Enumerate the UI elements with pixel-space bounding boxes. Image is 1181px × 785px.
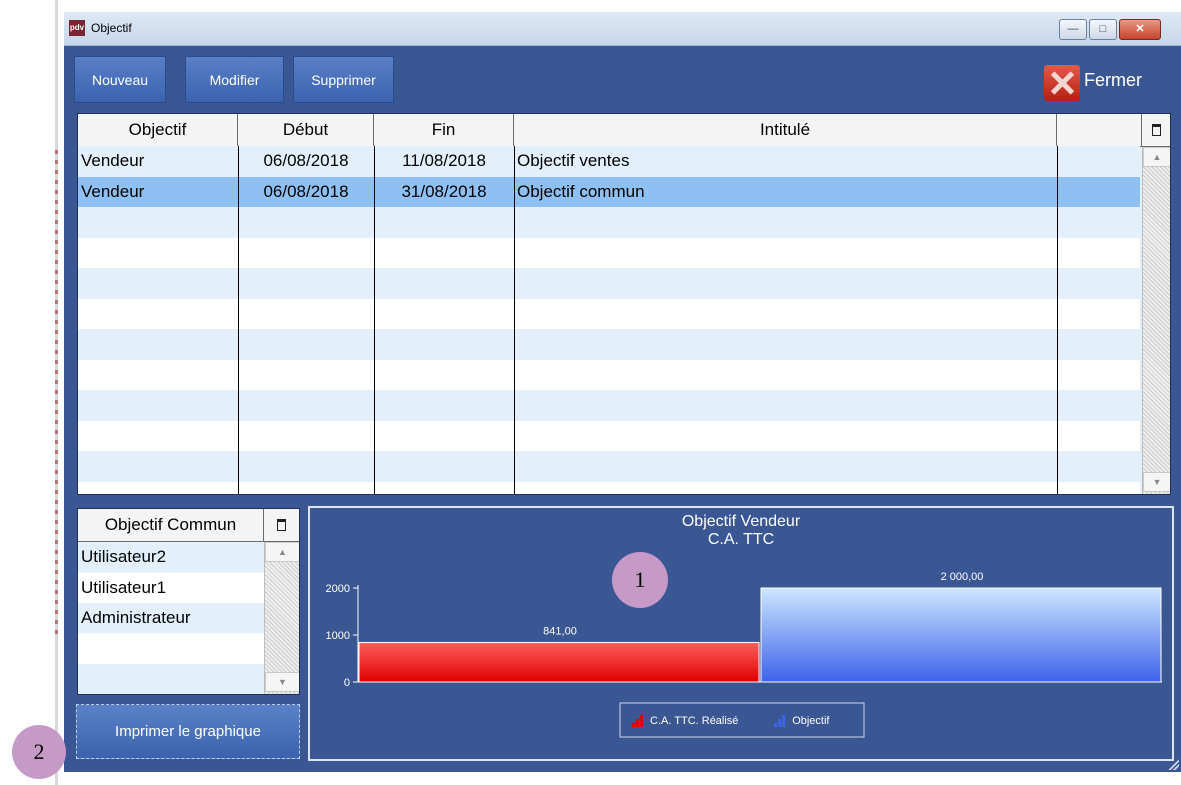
- legend-swatch-bar: [782, 715, 786, 727]
- objectives-table-header: Objectif Début Fin Intitulé: [78, 114, 1170, 147]
- column-header-intitule[interactable]: Intitulé: [514, 114, 1057, 146]
- list-item[interactable]: Administrateur: [78, 603, 264, 633]
- title-bar[interactable]: pdv Objectif — □ ✕: [64, 12, 1181, 46]
- bar-objectif: [760, 587, 1162, 683]
- chart-title: Objectif Vendeur: [682, 513, 801, 530]
- callout-2: 2: [12, 725, 66, 779]
- objectives-table: Objectif Début Fin Intitulé Vendeur 06/08…: [77, 113, 1171, 495]
- y-tick-label: 0: [344, 677, 350, 689]
- table-cell-objectif: Vendeur: [81, 151, 145, 170]
- y-tick-label: 2000: [326, 583, 350, 595]
- window-title: Objectif: [91, 21, 132, 35]
- column-settings-button[interactable]: [264, 509, 299, 541]
- scroll-up-button[interactable]: ▲: [265, 542, 299, 562]
- chart-subtitle: C.A. TTC: [708, 531, 774, 548]
- objective-chart-panel: Objectif Vendeur C.A. TTC 0 1000 2000 841,0…: [308, 506, 1174, 761]
- y-tick-label: 1000: [326, 630, 350, 642]
- column-header-objectif[interactable]: Objectif: [78, 114, 238, 146]
- list-item: [78, 633, 264, 664]
- table-cell-debut: 06/08/2018: [263, 181, 349, 201]
- pdv-app-icon: pdv: [69, 20, 85, 36]
- common-objective-table: Objectif Commun Utilisateur2 Utilisateur1…: [77, 508, 300, 695]
- scroll-up-button[interactable]: ▲: [1143, 147, 1170, 167]
- column-settings-button[interactable]: [1142, 114, 1170, 146]
- callout-1: 1: [612, 552, 668, 608]
- common-objective-user: Utilisateur1: [81, 577, 167, 597]
- scroll-down-button[interactable]: ▼: [1143, 472, 1170, 492]
- column-divider: [238, 146, 239, 494]
- column-header-objectif-commun[interactable]: Objectif Commun: [78, 509, 264, 541]
- close-x-icon: [1044, 65, 1080, 101]
- column-divider: [1057, 146, 1058, 494]
- objectives-table-scrollbar[interactable]: ▲ ▼: [1142, 147, 1170, 494]
- common-table-header: Objectif Commun: [78, 509, 299, 542]
- column-divider: [374, 146, 375, 494]
- legend-swatch-bar: [632, 723, 635, 727]
- window-close-button[interactable]: ✕: [1119, 19, 1161, 40]
- column-config-icon: [1152, 124, 1161, 136]
- legend-swatch-bar: [774, 723, 778, 727]
- scroll-down-button[interactable]: ▼: [265, 672, 299, 692]
- list-item[interactable]: Utilisateur1: [78, 572, 264, 603]
- list-item[interactable]: Utilisateur2: [78, 542, 264, 572]
- common-table-scrollbar[interactable]: ▲ ▼: [264, 542, 299, 694]
- table-cell-fin: 31/08/2018: [401, 181, 487, 201]
- objective-chart: Objectif Vendeur C.A. TTC 0 1000 2000 841,0…: [326, 513, 1162, 738]
- table-cell-objectif: Vendeur: [81, 181, 145, 201]
- list-item: [78, 664, 264, 694]
- column-divider: [514, 146, 515, 494]
- column-config-icon: [277, 519, 286, 531]
- delete-button[interactable]: Supprimer: [293, 56, 394, 103]
- print-chart-button[interactable]: Imprimer le graphique: [76, 704, 300, 759]
- maximize-button[interactable]: □: [1089, 19, 1117, 40]
- bar-value-label: 841,00: [543, 625, 577, 637]
- column-header-debut[interactable]: Début: [238, 114, 374, 146]
- column-header-extra: [1057, 114, 1142, 146]
- table-cell-debut: 06/08/2018: [263, 151, 349, 170]
- table-cell-intitule: Objectif commun: [517, 181, 645, 201]
- new-button[interactable]: Nouveau: [74, 56, 166, 103]
- legend-label: Objectif: [792, 715, 830, 727]
- common-objective-user: Utilisateur2: [81, 547, 167, 566]
- legend-swatch-bar: [640, 715, 643, 727]
- legend-label: C.A. TTC. Réalisé: [650, 715, 738, 727]
- table-cell-intitule: Objectif ventes: [517, 151, 630, 170]
- resize-grip[interactable]: [1167, 758, 1179, 770]
- table-cell-fin: 11/08/2018: [402, 151, 486, 170]
- minimize-button[interactable]: —: [1059, 19, 1087, 40]
- background-window-edge-marks: [55, 150, 58, 640]
- common-objective-user: Administrateur: [81, 608, 191, 627]
- bar-value-label: 2 000,00: [941, 571, 984, 583]
- legend-swatch-bar: [778, 719, 782, 727]
- objectif-window: pdv Objectif — □ ✕ Nouveau Modifier Supp…: [64, 12, 1181, 772]
- modify-button[interactable]: Modifier: [185, 56, 284, 103]
- legend-swatch-bar: [636, 719, 639, 727]
- bar-ca-ttc-realise: [358, 641, 760, 683]
- close-button-label: Fermer: [1084, 70, 1142, 90]
- column-header-fin[interactable]: Fin: [374, 114, 514, 146]
